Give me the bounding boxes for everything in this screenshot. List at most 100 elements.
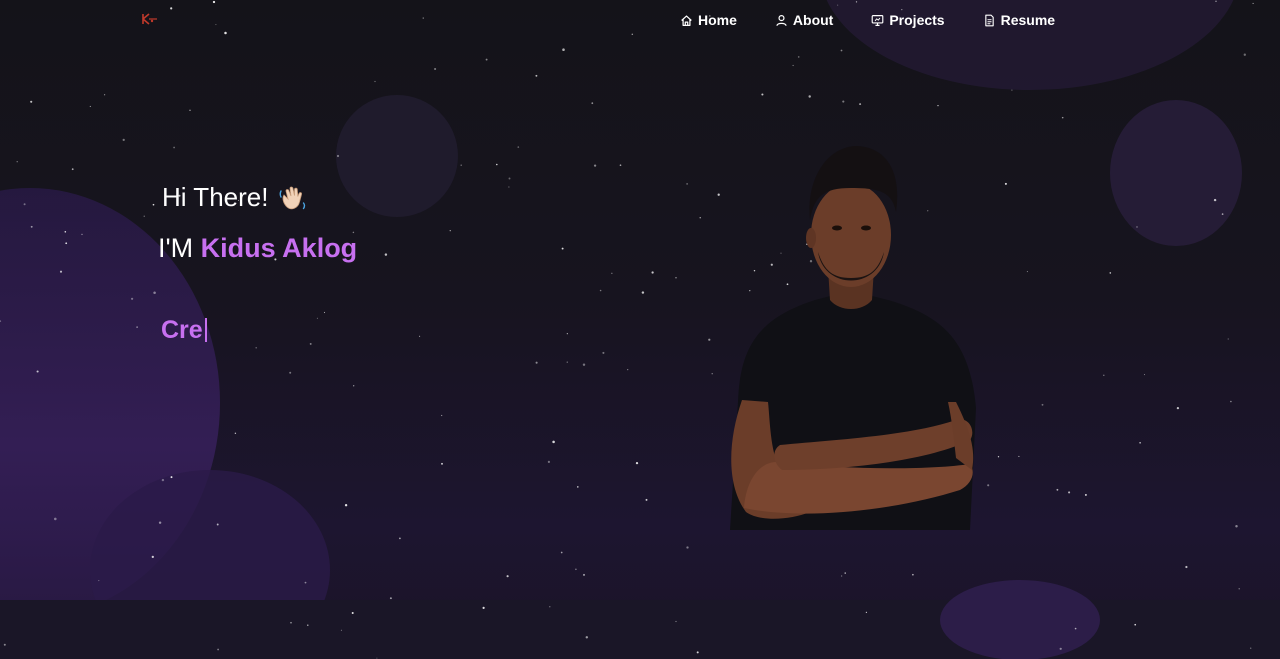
star-dot [485,58,488,61]
typing-cursor [204,318,207,342]
star-dot [3,643,6,646]
star-dot [81,233,83,236]
star-dot [449,230,451,232]
star-dot [496,163,498,166]
star-dot [307,624,309,626]
star-dot [216,523,219,526]
star-dot [23,203,26,206]
star-dot [797,56,800,58]
star-dot [290,621,292,624]
hero-intro: I'M Kidus Aklog [158,233,357,264]
star-dot [30,225,33,228]
star-dot [384,253,388,256]
star-dot [561,247,564,250]
star-dot [460,164,462,166]
nav-home[interactable]: Home [680,11,737,29]
page: Home About Projects Resume Hi There! I'M… [0,0,1280,659]
star-dot [631,33,634,36]
star-dot [855,1,858,3]
star-dot [143,215,145,217]
star-dot [353,385,355,387]
star-dot [255,347,257,349]
star-dot [1238,588,1240,590]
star-dot [215,24,217,26]
star-dot [517,146,520,148]
star-dot [583,573,585,576]
star-dot [912,573,914,576]
star-dot [840,575,843,577]
star-dot [351,611,354,615]
star-dot [1004,182,1007,185]
hero-name: Kidus Aklog [200,233,358,263]
star-dot [599,289,602,292]
nav-about[interactable]: About [775,11,833,29]
nav-resume[interactable]: Resume [983,11,1055,29]
star-dot [1230,400,1232,403]
nav-projects-label: Projects [889,12,945,28]
star-dot [1018,455,1020,457]
star-dot [1056,488,1059,491]
star-dot [593,164,597,167]
star-dot [212,0,216,4]
star-dot [585,636,589,639]
star-dot [1041,403,1044,406]
star-dot [1243,53,1246,56]
main-nav: Home About Projects Resume [680,11,1093,29]
star-dot [937,104,939,107]
star-dot [64,231,67,233]
star-dot [0,320,2,322]
star-dot [1227,338,1229,340]
star-dot [761,93,764,96]
user-icon [776,14,787,26]
star-dot [59,270,63,273]
star-dot [641,291,645,294]
star-dot [675,620,677,623]
star-dot [130,297,134,300]
star-dot [1109,272,1112,274]
star-dot [611,272,613,274]
star-dot [189,109,191,112]
star-dot [535,361,538,364]
star-dot [173,146,175,149]
star-dot [16,161,18,163]
star-dot [422,17,424,19]
star-dot [842,100,845,103]
star-dot [340,629,342,631]
star-dot [575,568,577,571]
star-dot [645,498,648,501]
star-dot [1215,0,1217,2]
star-dot [508,177,511,180]
nav-projects[interactable]: Projects [871,11,945,29]
star-dot [89,105,91,107]
star-dot [234,432,237,434]
star-dot [1061,116,1064,119]
star-dot [591,102,594,105]
greeting-text: Hi There! [162,182,269,212]
star-dot [1176,406,1180,410]
star-dot [602,351,605,354]
star-dot [635,461,639,465]
star-dot [686,183,688,185]
star-dot [434,67,437,71]
star-dot [1136,226,1138,228]
star-dot [535,74,538,77]
star-dot [1011,89,1013,91]
star-dot [837,4,839,6]
star-dot [289,371,292,374]
star-dot [562,48,565,51]
star-dot [122,138,125,142]
star-dot [840,49,843,52]
hero-greeting: Hi There! [162,182,308,213]
star-dot [30,100,33,103]
star-dot [552,440,555,444]
logo-link[interactable] [140,12,160,26]
star-dot [859,103,862,106]
star-dot [699,217,701,219]
star-dot [389,597,392,600]
star-dot [549,606,551,608]
star-dot [152,203,155,206]
home-icon [681,14,692,26]
star-dot [136,326,138,328]
waving-hand-icon [280,186,306,209]
star-dot [36,370,39,373]
